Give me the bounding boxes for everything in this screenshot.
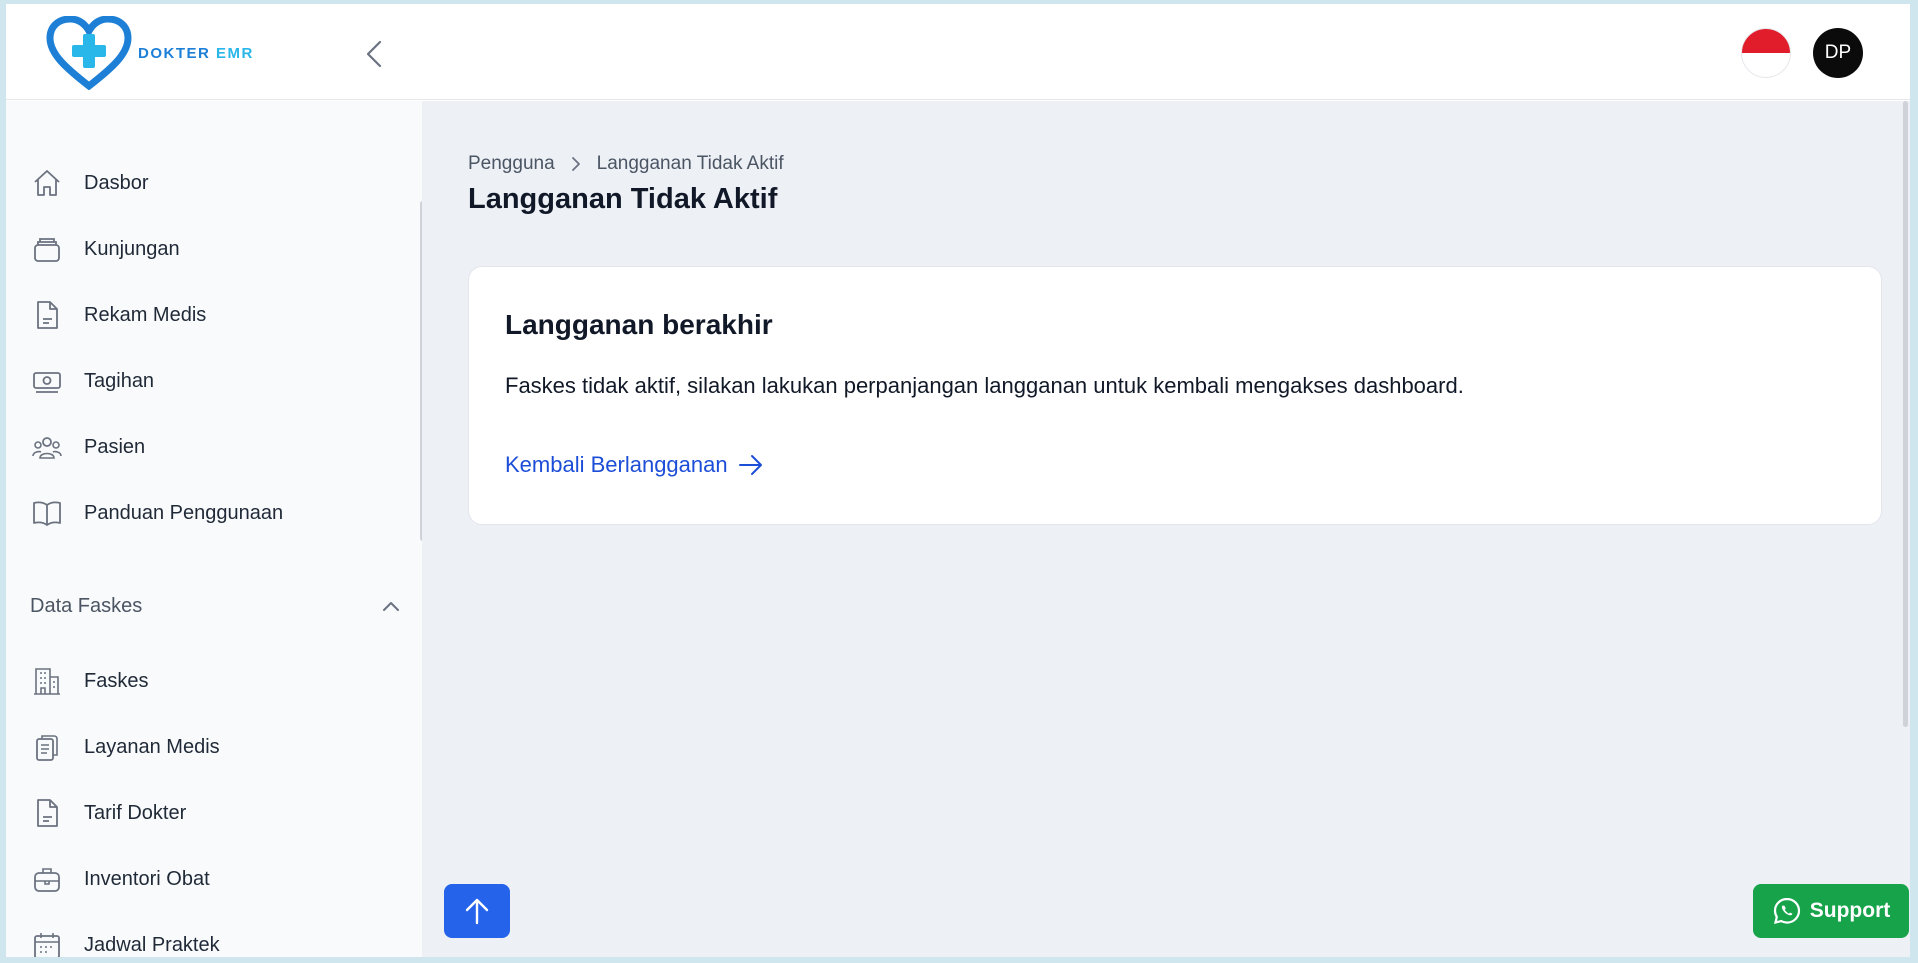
sidebar-item-label: Jadwal Praktek <box>84 933 220 956</box>
support-whatsapp-button[interactable]: Support <box>1753 884 1909 938</box>
page-title: Langganan Tidak Aktif <box>468 183 778 215</box>
breadcrumb-current: Langganan Tidak Aktif <box>596 153 784 174</box>
logo-text: DOKTER EMR <box>138 44 254 62</box>
arrow-up-icon <box>465 898 489 925</box>
app-window: DOKTER EMR DP Dasbor Kunjungan Rekam Med… <box>6 4 1910 957</box>
chevron-up-icon <box>383 602 399 611</box>
card-title: Langganan berakhir <box>505 309 773 340</box>
sidebar-item-dasbor[interactable]: Dasbor <box>30 161 390 205</box>
sidebar-item-tagihan[interactable]: Tagihan <box>30 359 390 403</box>
sidebar-item-label: Dasbor <box>84 171 149 194</box>
sidebar-item-label: Tarif Dokter <box>84 801 187 824</box>
clipboard-icon <box>30 730 64 764</box>
sidebar-collapse-button[interactable] <box>360 36 388 72</box>
briefcase-icon <box>30 862 64 896</box>
main-scrollbar[interactable] <box>1903 101 1908 727</box>
sidebar-item-pasien[interactable]: Pasien <box>30 425 390 469</box>
card-message: Faskes tidak aktif, silakan lakukan perp… <box>505 373 1464 398</box>
chevron-right-icon <box>571 156 581 172</box>
sidebar-item-label: Kunjungan <box>84 237 180 260</box>
scroll-to-top-button[interactable] <box>444 884 510 938</box>
calendar-icon <box>30 928 64 957</box>
sidebar-item-kunjungan[interactable]: Kunjungan <box>30 227 390 271</box>
sidebar-item-label: Tagihan <box>84 369 155 392</box>
section-label: Data Faskes <box>30 594 143 617</box>
main-content: Pengguna Langganan Tidak Aktif Langganan… <box>422 101 1910 957</box>
chevron-left-icon <box>366 40 382 68</box>
building-icon <box>30 664 64 698</box>
sidebar-item-label: Panduan Penggunaan <box>84 501 284 524</box>
language-flag-button[interactable] <box>1741 28 1791 78</box>
logo[interactable]: DOKTER EMR <box>46 16 254 90</box>
support-label: Support <box>1809 899 1891 922</box>
sidebar-item-label: Faskes <box>84 669 149 692</box>
user-avatar[interactable]: DP <box>1813 28 1863 78</box>
section-toggle-data-faskes[interactable]: Data Faskes <box>30 588 400 624</box>
sidebar-item-rekam-medis[interactable]: Rekam Medis <box>30 293 390 337</box>
document-icon <box>30 796 64 830</box>
subscription-card: Langganan berakhir Faskes tidak aktif, s… <box>468 266 1882 525</box>
book-icon <box>30 496 64 530</box>
sidebar-item-panduan-penggunaan[interactable]: Panduan Penggunaan <box>30 491 390 535</box>
breadcrumb-link-pengguna[interactable]: Pengguna <box>468 153 555 175</box>
sidebar-item-inventori-obat[interactable]: Inventori Obat <box>30 857 390 901</box>
heart-cross-logo-icon <box>46 16 132 90</box>
arrow-right-icon <box>738 455 762 475</box>
sidebar-item-label: Layanan Medis <box>84 735 220 758</box>
sidebar-item-faskes[interactable]: Faskes <box>30 659 390 703</box>
breadcrumb: Pengguna Langganan Tidak Aktif <box>468 153 784 175</box>
resubscribe-link-label: Kembali Berlangganan <box>505 452 728 477</box>
sidebar-item-layanan-medis[interactable]: Layanan Medis <box>30 725 390 769</box>
sidebar-item-label: Inventori Obat <box>84 867 210 890</box>
home-icon <box>30 166 64 200</box>
sidebar: Dasbor Kunjungan Rekam Medis Tagihan Pas… <box>6 101 422 957</box>
sidebar-item-tarif-dokter[interactable]: Tarif Dokter <box>30 791 390 835</box>
users-icon <box>30 430 64 464</box>
sidebar-item-label: Pasien <box>84 435 146 458</box>
cash-icon <box>30 364 64 398</box>
inbox-icon <box>30 232 64 266</box>
resubscribe-link[interactable]: Kembali Berlangganan <box>505 452 764 478</box>
top-header: DOKTER EMR DP <box>6 4 1910 100</box>
document-icon <box>30 298 64 332</box>
sidebar-item-label: Rekam Medis <box>84 303 207 326</box>
whatsapp-icon <box>1773 897 1800 924</box>
sidebar-item-jadwal-praktek[interactable]: Jadwal Praktek <box>30 923 390 957</box>
